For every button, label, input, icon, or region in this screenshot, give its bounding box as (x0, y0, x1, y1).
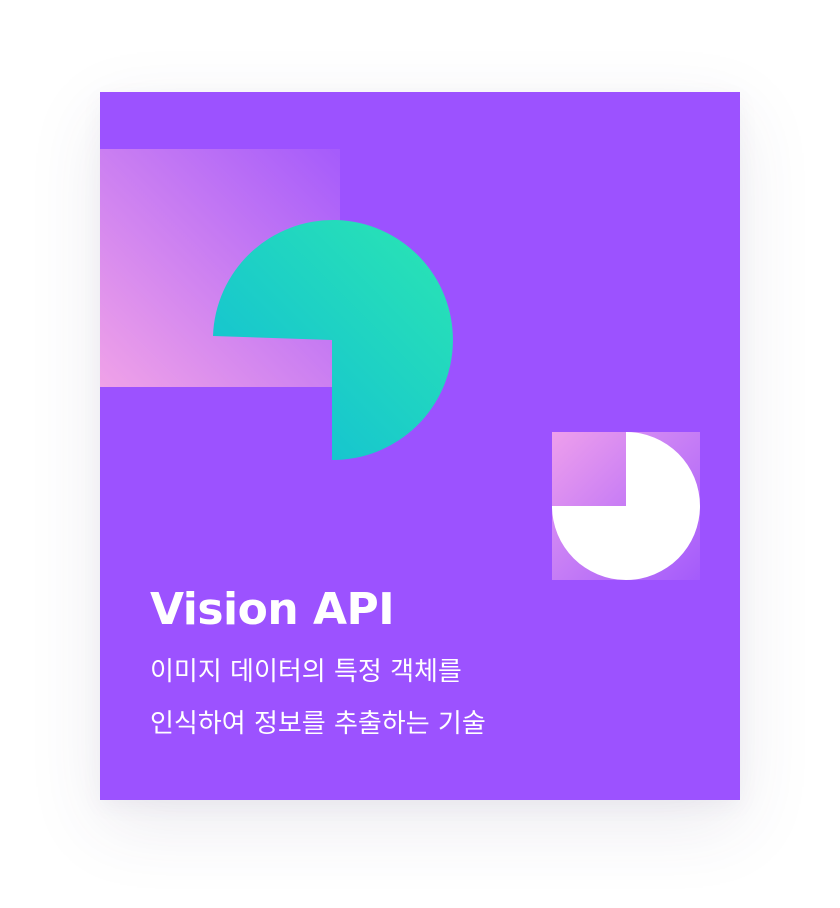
page: Vision API 이미지 데이터의 특정 객체를 인식하여 정보를 추출하는… (0, 0, 840, 908)
card-title: Vision API (150, 584, 395, 635)
description-line-2: 인식하여 정보를 추출하는 기술 (150, 709, 486, 739)
small-inner-square-shape (552, 432, 626, 506)
description-line-1: 이미지 데이터의 특정 객체를 (150, 657, 462, 687)
card-description: 이미지 데이터의 특정 객체를 인식하여 정보를 추출하는 기술 (150, 646, 486, 750)
vision-api-card[interactable]: Vision API 이미지 데이터의 특정 객체를 인식하여 정보를 추출하는… (100, 92, 740, 800)
